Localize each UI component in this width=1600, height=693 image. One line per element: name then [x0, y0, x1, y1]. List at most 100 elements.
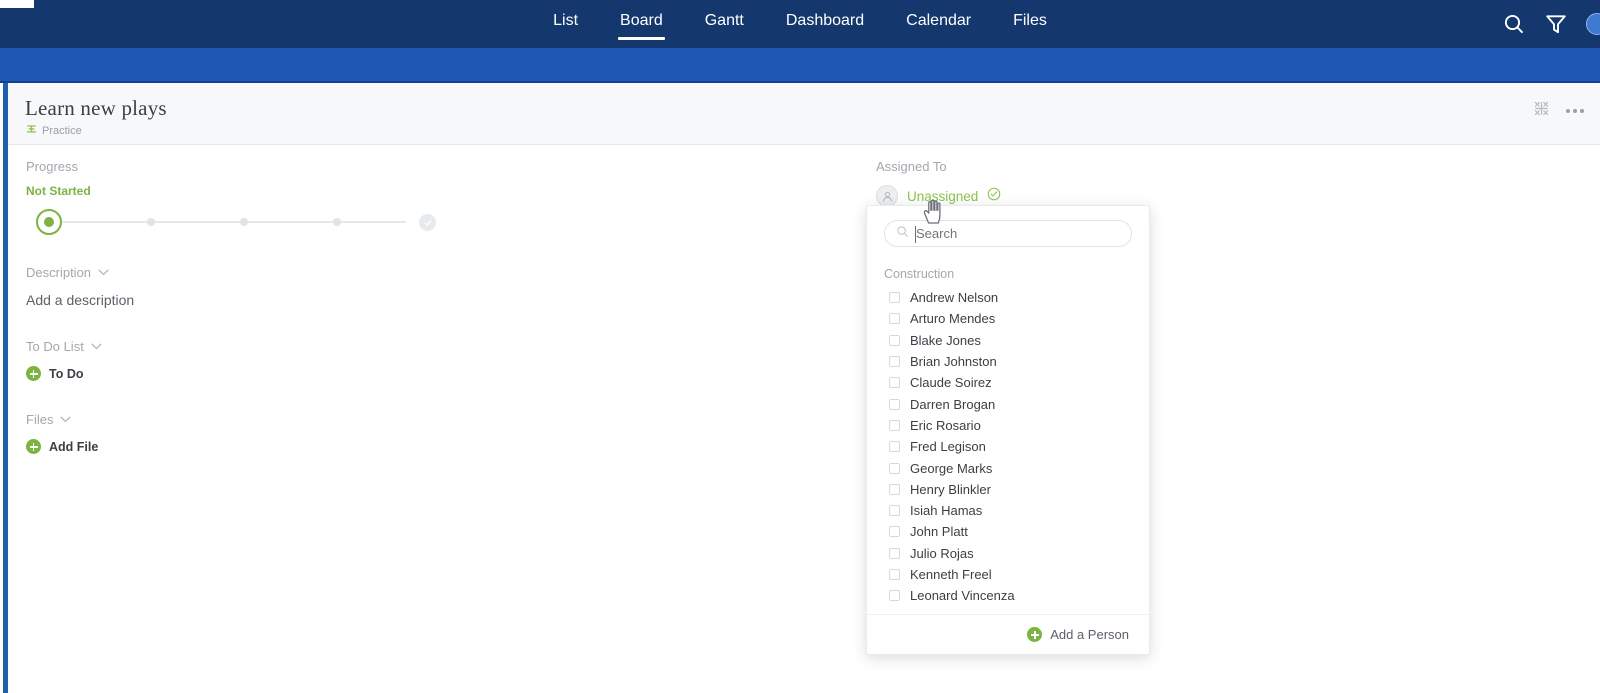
collapse-icon[interactable]: [1534, 101, 1549, 121]
tab-board-label: Board: [620, 12, 663, 29]
tab-gantt[interactable]: Gantt: [703, 8, 746, 40]
todo-list-header[interactable]: To Do List: [26, 339, 856, 354]
checkbox[interactable]: [889, 356, 900, 368]
list-item[interactable]: Julio Rojas: [867, 543, 1149, 564]
checkbox[interactable]: [889, 334, 900, 346]
check-circle-icon[interactable]: [987, 187, 1001, 206]
list-item[interactable]: Andrew Nelson: [867, 287, 1149, 308]
person-name: John Platt: [910, 524, 968, 540]
tab-calendar-label: Calendar: [906, 12, 972, 29]
progress-step-4[interactable]: [333, 218, 341, 226]
plus-icon: [1027, 627, 1043, 642]
plus-icon: [26, 366, 41, 381]
chevron-down-icon[interactable]: [60, 416, 71, 423]
checkbox[interactable]: [889, 505, 900, 517]
checkbox[interactable]: [889, 377, 900, 389]
person-name: George Marks: [910, 460, 993, 476]
list-item[interactable]: Fred Legison: [867, 436, 1149, 457]
checkbox[interactable]: [889, 398, 900, 410]
person-name: Eric Rosario: [910, 417, 981, 433]
checkbox[interactable]: [889, 441, 900, 453]
todo-list-label: To Do List: [26, 339, 84, 354]
people-list[interactable]: Andrew Nelson Arturo Mendes Blake Jones Bri…: [867, 287, 1149, 605]
secondary-blue-band: [0, 48, 1600, 83]
person-name: Fred Legison: [910, 439, 986, 455]
checkbox[interactable]: [889, 483, 900, 495]
person-name: Claude Soirez: [910, 375, 992, 391]
list-item[interactable]: Kenneth Freel: [867, 564, 1149, 585]
tab-board[interactable]: Board: [618, 8, 665, 40]
add-todo-label: To Do: [49, 366, 84, 381]
list-item[interactable]: John Platt: [867, 521, 1149, 542]
checkbox[interactable]: [889, 526, 900, 538]
assignee-dropdown: Construction Andrew Nelson Arturo Mendes B…: [866, 205, 1150, 655]
task-tag[interactable]: Practice: [26, 124, 82, 138]
tab-dashboard-label: Dashboard: [785, 12, 865, 29]
user-avatar-icon: [876, 185, 898, 207]
search-field[interactable]: [884, 220, 1132, 247]
checkbox[interactable]: [889, 313, 900, 325]
person-name: Arturo Mendes: [910, 311, 996, 327]
person-name: Darren Brogan: [910, 396, 996, 412]
filter-icon[interactable]: [1544, 12, 1568, 36]
add-file-label: Add File: [49, 439, 99, 454]
list-item[interactable]: Claude Soirez: [867, 372, 1149, 393]
list-item[interactable]: Leonard Vincenza: [867, 585, 1149, 605]
blue-band-edge: [0, 81, 1600, 83]
tab-dashboard[interactable]: Dashboard: [784, 8, 866, 40]
tab-files[interactable]: Files: [1011, 8, 1049, 40]
search-input[interactable]: [916, 226, 1096, 241]
description-placeholder[interactable]: Add a description: [26, 292, 856, 308]
person-name: Brian Johnston: [910, 354, 997, 370]
progress-step-3[interactable]: [240, 218, 248, 226]
plus-icon: [26, 439, 41, 454]
more-options-icon[interactable]: [1566, 109, 1584, 113]
app-screen: List Board Gantt Dashboard Calendar File…: [0, 0, 1600, 693]
list-hierarchy-icon: [26, 124, 37, 138]
tab-gantt-label: Gantt: [704, 12, 744, 29]
checkbox[interactable]: [889, 590, 900, 602]
progress-line: [38, 221, 406, 223]
person-name: Andrew Nelson: [910, 290, 999, 306]
tab-files-label: Files: [1013, 12, 1047, 29]
task-detail-panel: Learn new plays Practice Progress Not St…: [3, 83, 1600, 693]
dropdown-search-wrap: [867, 206, 1149, 256]
checkbox[interactable]: [889, 569, 900, 580]
person-name: Henry Blinkler: [910, 481, 991, 497]
progress-label: Progress: [26, 159, 79, 174]
checkbox[interactable]: [889, 462, 900, 474]
list-item[interactable]: Eric Rosario: [867, 415, 1149, 436]
progress-step-1[interactable]: [36, 209, 62, 235]
add-todo-button[interactable]: To Do: [26, 366, 856, 381]
list-item[interactable]: George Marks: [867, 457, 1149, 478]
progress-step-2[interactable]: [147, 218, 155, 226]
list-item[interactable]: Isiah Hamas: [867, 500, 1149, 521]
list-item[interactable]: Darren Brogan: [867, 393, 1149, 414]
text-caret: [915, 226, 916, 243]
search-icon[interactable]: [1502, 12, 1526, 36]
description-section: Description Add a description: [26, 265, 856, 308]
add-person-label: Add a Person: [1050, 627, 1129, 642]
progress-stepper[interactable]: [26, 209, 436, 235]
add-person-button[interactable]: Add a Person: [867, 614, 1149, 654]
tab-list[interactable]: List: [551, 8, 580, 40]
tab-list-label: List: [553, 12, 579, 29]
assignee-selector[interactable]: Unassigned: [876, 185, 1126, 207]
person-name: Isiah Hamas: [910, 503, 983, 519]
checkbox[interactable]: [889, 292, 900, 304]
progress-step-complete[interactable]: [419, 214, 436, 231]
task-tag-label: Practice: [42, 125, 82, 137]
add-file-button[interactable]: Add File: [26, 439, 856, 454]
description-header[interactable]: Description: [26, 265, 856, 280]
files-header[interactable]: Files: [26, 412, 856, 427]
chevron-down-icon[interactable]: [91, 343, 102, 350]
list-item[interactable]: Brian Johnston: [867, 351, 1149, 372]
person-name: Blake Jones: [910, 332, 981, 348]
checkbox[interactable]: [889, 419, 900, 431]
chevron-down-icon[interactable]: [98, 269, 109, 276]
list-item[interactable]: Henry Blinkler: [867, 479, 1149, 500]
checkbox[interactable]: [889, 547, 900, 559]
tab-calendar[interactable]: Calendar: [904, 8, 973, 40]
list-item[interactable]: Arturo Mendes: [867, 308, 1149, 329]
list-item[interactable]: Blake Jones: [867, 330, 1149, 351]
